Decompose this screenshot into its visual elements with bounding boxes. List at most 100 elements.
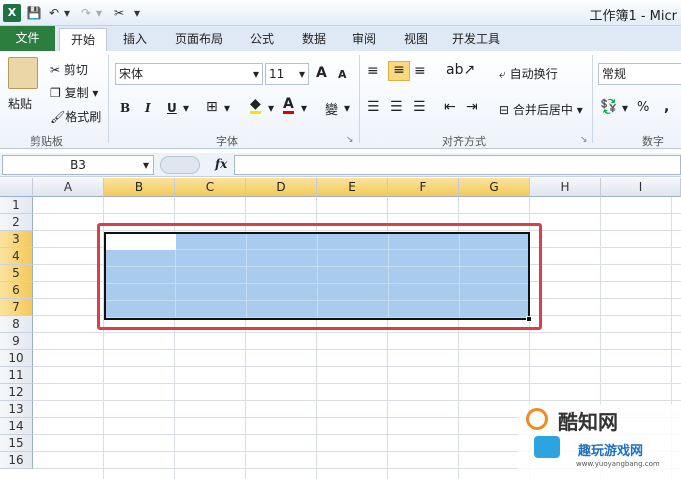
formula-bar: B3 ▾ fx [0,153,681,177]
align-middle-icon[interactable]: ≡ [388,61,410,81]
orientation-icon[interactable]: ab↗ [446,62,475,78]
increase-indent-icon[interactable]: ⇥ [466,99,478,115]
copy-button[interactable]: ❐ 复制 ▾ [50,84,98,101]
row-header[interactable]: 9 [0,333,33,350]
tab-insert[interactable]: 插入 [113,28,157,51]
watermark: 酷知网 趣玩游戏网 www.yuoyangbang.com [518,404,681,479]
row-header[interactable]: 1 [0,197,33,214]
tab-home[interactable]: 开始 [59,28,107,51]
undo-icon[interactable]: ↶ [46,4,62,22]
tools-icon[interactable]: ✂ [110,4,128,22]
chevron-down-icon[interactable]: ▾ [224,101,230,115]
align-right-icon[interactable]: ☰ [413,99,426,115]
chevron-down-icon: ▾ [142,158,149,172]
column-header[interactable]: C [175,178,246,197]
format-painter-button[interactable]: 🖌格式刷 [50,108,101,125]
font-color-icon[interactable]: A [283,97,294,114]
italic-button[interactable]: I [145,101,151,115]
insert-function-button[interactable]: fx [215,157,227,171]
scissors-icon: ✂ [50,63,61,77]
row-header[interactable]: 10 [0,350,33,367]
decrease-indent-icon[interactable]: ⇤ [444,99,456,115]
column-header[interactable]: F [388,178,459,197]
wrap-text-icon: ⤶ [499,67,506,81]
cut-button[interactable]: ✂ 剪切 [50,61,88,78]
formula-bar-splitter[interactable] [160,156,200,174]
row-header[interactable]: 2 [0,214,33,231]
tab-review[interactable]: 审阅 [342,28,386,51]
align-top-icon[interactable]: ≡ [367,63,379,79]
paste-button[interactable]: 粘贴 [8,95,32,112]
row-header[interactable]: 11 [0,367,33,384]
row-header[interactable]: 4 [0,248,33,265]
fill-color-icon[interactable]: ◆ [250,97,261,114]
tab-formulas[interactable]: 公式 [240,28,284,51]
save-icon[interactable]: 💾 [26,4,42,22]
row-header[interactable]: 5 [0,265,33,282]
tab-page-layout[interactable]: 页面布局 [168,28,230,51]
chevron-down-icon: ▾ [252,67,259,81]
align-left-icon[interactable]: ☰ [367,99,380,115]
comma-button[interactable]: , [664,99,669,115]
row-header[interactable]: 12 [0,384,33,401]
column-header[interactable]: A [33,178,104,197]
chevron-down-icon[interactable]: ▾ [344,101,350,115]
borders-icon[interactable]: ⊞ [206,99,218,115]
chevron-down-icon[interactable]: ▾ [268,101,274,115]
format-painter-label: 格式刷 [65,110,102,124]
underline-button[interactable]: U [167,101,177,115]
phonetic-icon[interactable]: 變 [325,99,338,118]
merge-center-button[interactable]: ⊟ 合并后居中 ▾ [499,101,583,118]
align-bottom-icon[interactable]: ≡ [414,63,426,79]
column-header[interactable]: E [317,178,388,197]
merge-icon: ⊟ [499,103,510,117]
row-header[interactable]: 16 [0,452,33,469]
dialog-launcher-icon[interactable]: ↘ [580,135,588,145]
customize-toolbar-icon[interactable]: ▾ [132,4,142,22]
number-format-select[interactable]: 常规 [598,63,681,85]
chevron-down-icon[interactable]: ▾ [622,101,628,115]
column-header[interactable]: B [104,178,175,197]
undo-dropdown-icon[interactable]: ▾ [62,4,72,22]
column-header[interactable]: H [530,178,601,197]
row-header[interactable]: 14 [0,418,33,435]
font-name-select[interactable]: 宋体 ▾ [115,63,263,85]
shrink-font-button[interactable]: A [338,68,347,81]
formula-input[interactable] [234,155,681,175]
number-format-value: 常规 [602,67,627,81]
alignment-group-label: 对齐方式 [442,135,486,148]
copy-label: 复制 [64,86,89,100]
chevron-down-icon: ▾ [298,67,305,81]
row-header[interactable]: 7 [0,299,33,316]
grow-font-button[interactable]: A [316,65,327,81]
chevron-down-icon[interactable]: ▾ [183,101,189,115]
tab-developer[interactable]: 开发工具 [444,28,508,51]
wrap-text-button[interactable]: ⤶ 自动换行 [499,65,558,82]
font-size-select[interactable]: 11 ▾ [265,63,309,85]
redo-icon[interactable]: ↷ [78,4,94,22]
merge-center-label: 合并后居中 [512,103,573,117]
row-header[interactable]: 13 [0,401,33,418]
column-header[interactable]: D [246,178,317,197]
tab-file[interactable]: 文件 [0,26,55,51]
row-header[interactable]: 6 [0,282,33,299]
row-header[interactable]: 8 [0,316,33,333]
dialog-launcher-icon[interactable]: ↘ [346,135,354,145]
name-box[interactable]: B3 ▾ [2,155,154,175]
brush-icon: 🖌 [50,110,66,124]
tab-view[interactable]: 视图 [394,28,438,51]
redo-dropdown-icon[interactable]: ▾ [94,4,104,22]
row-header[interactable]: 3 [0,231,33,248]
tab-data[interactable]: 数据 [292,28,336,51]
bold-button[interactable]: B [120,101,130,115]
select-all-button[interactable] [0,178,33,197]
column-header[interactable]: G [459,178,530,197]
currency-icon[interactable]: 💱 [600,99,617,115]
chevron-down-icon[interactable]: ▾ [301,101,307,115]
watermark-logo-icon [526,408,548,430]
font-size-value: 11 [269,67,285,81]
row-header[interactable]: 15 [0,435,33,452]
column-header[interactable]: I [601,178,681,197]
align-center-icon[interactable]: ☰ [390,99,403,115]
percent-button[interactable]: % [637,100,649,115]
